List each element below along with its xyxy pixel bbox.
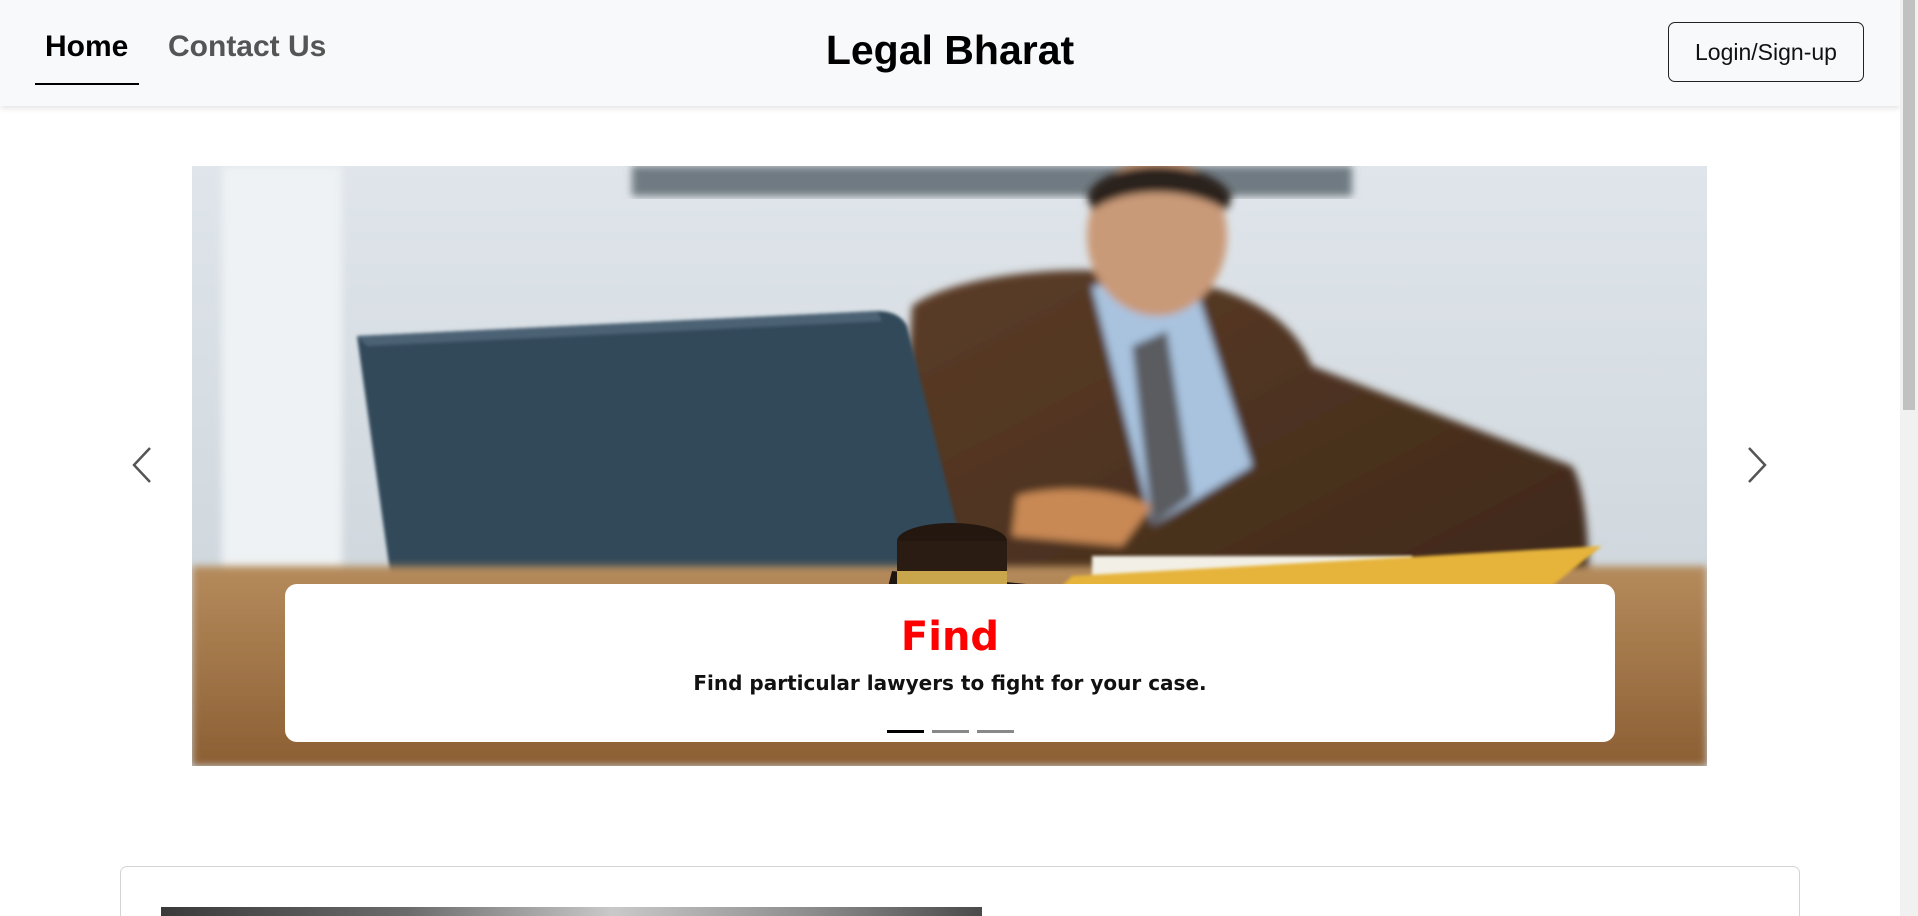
nav-link-home[interactable]: Home [45, 30, 128, 64]
navbar: Home Contact Us Legal Bharat Login/Sign-… [0, 0, 1900, 106]
chevron-right-icon [1748, 447, 1767, 483]
carousel-indicator-3[interactable] [976, 730, 1014, 733]
card-image [161, 907, 982, 916]
carousel-indicator-1[interactable] [886, 730, 924, 733]
page-scrollbar[interactable] [1900, 0, 1918, 916]
content-card [120, 866, 1800, 916]
carousel-prev-button[interactable] [122, 440, 162, 490]
page: Home Contact Us Legal Bharat Login/Sign-… [0, 0, 1900, 916]
carousel-next-button[interactable] [1737, 440, 1777, 490]
carousel-indicators [285, 730, 1615, 733]
active-link-underline [35, 83, 139, 85]
chevron-left-icon [132, 447, 151, 483]
carousel-caption: Find Find particular lawyers to fight fo… [285, 584, 1615, 742]
caption-text: Find particular lawyers to fight for you… [693, 671, 1207, 695]
scrollbar-thumb[interactable] [1903, 0, 1915, 410]
caption-title: Find [900, 614, 1000, 660]
nav-link-contact-us[interactable]: Contact Us [168, 30, 326, 64]
carousel-indicator-2[interactable] [931, 730, 969, 733]
hero-carousel: Find Find particular lawyers to fight fo… [192, 166, 1707, 766]
login-signup-button[interactable]: Login/Sign-up [1668, 22, 1864, 82]
